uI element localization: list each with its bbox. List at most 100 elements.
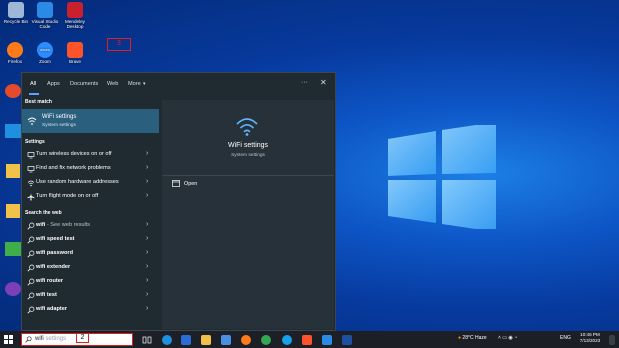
web-result[interactable]: wifi test ›: [22, 289, 159, 303]
best-match-wifi-settings[interactable]: WiFi settings System settings: [22, 109, 159, 133]
search-icon: [25, 336, 32, 343]
search-icon: [27, 236, 35, 244]
mail-icon[interactable]: [221, 335, 231, 345]
desktop-icon-label: Zoom: [39, 59, 51, 64]
web-result[interactable]: wifi password ›: [22, 247, 159, 261]
edge-icon[interactable]: [5, 124, 21, 138]
desktop-icon-vscode[interactable]: Visual Studio Code: [31, 2, 59, 29]
open-action[interactable]: Open: [184, 181, 197, 187]
desktop-icon-mendeley[interactable]: Mendeley Desktop: [61, 2, 89, 29]
web-result[interactable]: wifi extender ›: [22, 261, 159, 275]
best-match-heading: Best match: [25, 99, 52, 105]
chevron-right-icon[interactable]: ›: [146, 277, 148, 284]
chevron-right-icon[interactable]: ›: [146, 164, 148, 171]
search-icon: [27, 292, 35, 300]
clock[interactable]: 10:46 PM 7/13/2023: [575, 332, 605, 344]
preview-pane: WiFi settings System settings Open: [162, 100, 334, 329]
settings-item-label: Turn wireless devices on or off: [36, 151, 112, 157]
web-result-label: wifi speed test: [36, 236, 75, 242]
best-match-subtitle: System settings: [42, 123, 76, 128]
notifications-icon[interactable]: [609, 335, 615, 345]
language-indicator[interactable]: ENG: [560, 335, 571, 341]
brave-icon[interactable]: [302, 335, 312, 345]
web-result-label: wifi extender: [36, 264, 71, 270]
zoom-icon: zoom: [37, 42, 53, 58]
app-icon[interactable]: [5, 242, 21, 256]
tab-web[interactable]: Web: [107, 81, 118, 87]
chevron-right-icon[interactable]: ›: [146, 305, 148, 312]
airplane-icon: [27, 193, 35, 201]
desktop-icon-brave[interactable]: Brave: [61, 42, 89, 64]
web-result[interactable]: wifi router ›: [22, 275, 159, 289]
web-heading: Search the web: [25, 210, 62, 216]
chevron-right-icon[interactable]: ›: [146, 291, 148, 298]
active-tab-indicator: [29, 93, 39, 95]
settings-item[interactable]: Use random hardware addresses ›: [22, 176, 159, 190]
start-button[interactable]: [4, 335, 13, 344]
search-typed-text: wifi: [35, 336, 44, 342]
tray-icons[interactable]: ˄ ▭ ◉ ◔: [498, 335, 517, 341]
web-result[interactable]: wifi speed test ›: [22, 233, 159, 247]
desktop-icon-recycle-bin[interactable]: Recycle Bin: [2, 2, 30, 24]
vscode-icon[interactable]: [322, 335, 332, 345]
open-icon[interactable]: [172, 180, 180, 187]
chevron-right-icon[interactable]: ›: [146, 249, 148, 256]
chrome-icon[interactable]: [5, 84, 21, 98]
settings-item[interactable]: Turn flight mode on or off ›: [22, 190, 159, 204]
best-match-title: WiFi settings: [42, 114, 77, 120]
firefox-icon[interactable]: [241, 335, 251, 345]
weather-widget[interactable]: ● 28°C Haze: [458, 335, 487, 341]
chevron-right-icon[interactable]: ›: [146, 221, 148, 228]
search-icon: [27, 278, 35, 286]
web-result[interactable]: wifi adapter ›: [22, 303, 159, 317]
recycle-bin-icon: [8, 2, 24, 18]
web-result[interactable]: wifi - See web results ›: [22, 219, 159, 233]
chevron-down-icon[interactable]: ▾: [143, 81, 146, 87]
desktop-icon-label: Mendeley Desktop: [65, 19, 85, 29]
desktop-icon-zoom[interactable]: zoom Zoom: [31, 42, 59, 64]
task-view-icon[interactable]: [142, 335, 152, 345]
more-options-icon[interactable]: ···: [301, 79, 308, 86]
preview-title: WiFi settings: [227, 142, 269, 149]
chevron-right-icon[interactable]: ›: [146, 263, 148, 270]
web-result-label: wifi adapter: [36, 306, 68, 312]
folder-icon[interactable]: [6, 164, 20, 178]
tab-all[interactable]: All: [30, 81, 36, 87]
search-icon: [27, 264, 35, 272]
file-explorer-icon[interactable]: [201, 335, 211, 345]
chevron-right-icon[interactable]: ›: [146, 150, 148, 157]
chrome-icon[interactable]: [261, 335, 271, 345]
settings-item[interactable]: Turn wireless devices on or off ›: [22, 148, 159, 162]
tab-apps[interactable]: Apps: [47, 81, 60, 87]
store-icon[interactable]: [181, 335, 191, 345]
close-icon[interactable]: ✕: [320, 78, 327, 87]
clock-date: 7/13/2023: [579, 338, 601, 343]
wifi-icon: [27, 180, 35, 187]
desktop-icon-firefox[interactable]: Firefox: [1, 42, 29, 64]
tab-more[interactable]: More: [128, 81, 141, 87]
settings-item-label: Find and fix network problems: [36, 165, 111, 171]
chevron-right-icon[interactable]: ›: [146, 192, 148, 199]
tab-documents[interactable]: Documents: [70, 81, 98, 87]
weather-icon: ●: [458, 335, 462, 341]
settings-heading: Settings: [25, 139, 45, 145]
chevron-right-icon[interactable]: ›: [146, 235, 148, 242]
search-icon: [27, 250, 35, 258]
web-result-label: wifi - See web results: [36, 222, 90, 228]
firefox-icon: [7, 42, 23, 58]
brave-icon: [67, 42, 83, 58]
app-icon[interactable]: [5, 282, 21, 296]
annotation-3: 3: [107, 38, 131, 51]
weather-text: 28°C Haze: [462, 335, 487, 341]
edge-beta-icon[interactable]: [282, 335, 292, 345]
settings-item[interactable]: Find and fix network problems ›: [22, 162, 159, 176]
folder-icon[interactable]: [6, 204, 20, 218]
app-icon[interactable]: [342, 335, 352, 345]
edge-icon[interactable]: [162, 335, 172, 345]
web-result-label: wifi router: [36, 278, 64, 284]
settings-icon: [27, 166, 35, 173]
settings-item-label: Turn flight mode on or off: [36, 193, 99, 199]
desktop-icon-label: Recycle Bin: [3, 19, 29, 24]
wifi-icon: [27, 117, 37, 125]
chevron-right-icon[interactable]: ›: [146, 178, 148, 185]
